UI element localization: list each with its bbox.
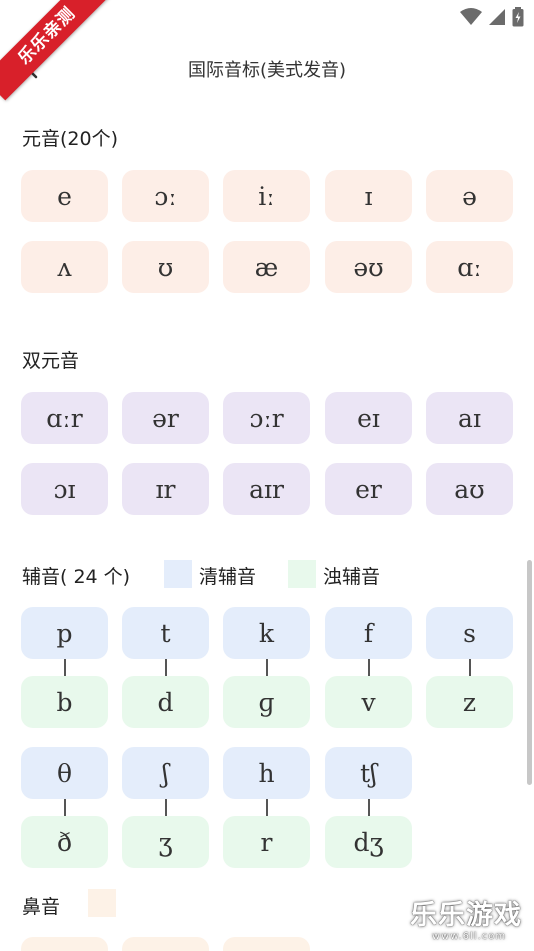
pair-connector <box>368 799 370 817</box>
voiced-consonant-chip[interactable]: r <box>223 816 310 868</box>
diphthongs-section-title: 双元音 <box>22 350 80 372</box>
pair-connector <box>469 659 471 677</box>
voiced-consonant-chip[interactable]: v <box>325 676 412 728</box>
voiced-consonant-chip[interactable]: dʒ <box>325 816 412 868</box>
vowel-chip[interactable]: ə <box>426 170 513 222</box>
vowel-chip[interactable]: əʊ <box>325 241 412 293</box>
consonants-section-title: 辅音( 24 个) <box>22 566 131 588</box>
pair-connector <box>165 799 167 817</box>
diphthong-chip[interactable]: ɑːr <box>21 392 108 444</box>
diphthong-chip[interactable]: ɔɪ <box>21 463 108 515</box>
legend-voiced-swatch <box>288 560 316 588</box>
nasal-chip[interactable] <box>21 937 108 951</box>
pair-connector <box>64 799 66 817</box>
voiced-consonant-chip[interactable]: z <box>426 676 513 728</box>
vowels-section-title: 元音(20个) <box>22 128 119 150</box>
diphthong-chip[interactable]: ɪr <box>122 463 209 515</box>
vowel-chip[interactable]: æ <box>223 241 310 293</box>
diphthong-chip[interactable]: ɔːr <box>223 392 310 444</box>
status-icons <box>460 7 524 27</box>
nasal-chip[interactable] <box>122 937 209 951</box>
vowel-chip[interactable]: ɪ <box>325 170 412 222</box>
vowel-chip[interactable]: iː <box>223 170 310 222</box>
watermark: 乐乐游戏 www.6ll.com <box>410 901 528 945</box>
vowel-chip[interactable]: ɑː <box>426 241 513 293</box>
voiced-consonant-chip[interactable]: d <box>122 676 209 728</box>
diphthong-chip[interactable]: aɪ <box>426 392 513 444</box>
legend-nasal-swatch <box>88 889 116 917</box>
voiceless-consonant-chip[interactable]: k <box>223 607 310 659</box>
nasals-section-title: 鼻音 <box>22 896 61 918</box>
voiceless-consonant-chip[interactable]: ʃ <box>122 747 209 799</box>
page-title: 国际音标(美式发音) <box>187 60 347 81</box>
diphthong-chip[interactable]: er <box>325 463 412 515</box>
pair-connector <box>368 659 370 677</box>
pair-connector <box>64 659 66 677</box>
voiced-consonant-chip[interactable]: ð <box>21 816 108 868</box>
vowel-chip[interactable]: ʌ <box>21 241 108 293</box>
vowel-chip[interactable]: ɔː <box>122 170 209 222</box>
voiceless-consonant-chip[interactable]: h <box>223 747 310 799</box>
diphthong-chip[interactable]: ər <box>122 392 209 444</box>
voiced-consonant-chip[interactable]: ʒ <box>122 816 209 868</box>
voiceless-consonant-chip[interactable]: tʃ <box>325 747 412 799</box>
voiceless-consonant-chip[interactable]: s <box>426 607 513 659</box>
vowel-chip[interactable]: ʊ <box>122 241 209 293</box>
diphthong-chip[interactable]: eɪ <box>325 392 412 444</box>
pair-connector <box>165 659 167 677</box>
diphthong-chip[interactable]: aʊ <box>426 463 513 515</box>
signal-icon <box>489 9 505 25</box>
pair-connector <box>266 659 268 677</box>
legend-voiceless-label: 清辅音 <box>199 566 257 588</box>
pair-connector <box>266 799 268 817</box>
vowel-chip[interactable]: e <box>21 170 108 222</box>
voiced-consonant-chip[interactable]: ɡ <box>223 676 310 728</box>
nasal-chip[interactable] <box>223 937 310 951</box>
diphthong-chip[interactable]: aɪr <box>223 463 310 515</box>
app-bar: 国际音标(美式发音) <box>0 34 534 102</box>
voiced-consonant-chip[interactable]: b <box>21 676 108 728</box>
legend-voiceless-swatch <box>164 560 192 588</box>
voiceless-consonant-chip[interactable]: f <box>325 607 412 659</box>
voiceless-consonant-chip[interactable]: t <box>122 607 209 659</box>
battery-icon <box>512 7 524 27</box>
legend-voiced-label: 浊辅音 <box>323 566 381 588</box>
voiceless-consonant-chip[interactable]: p <box>21 607 108 659</box>
watermark-brand: 乐乐游戏 <box>410 900 522 931</box>
scrollbar[interactable] <box>527 560 532 785</box>
voiceless-consonant-chip[interactable]: θ <box>21 747 108 799</box>
watermark-url: www.6ll.com <box>431 931 507 942</box>
wifi-icon <box>460 8 482 25</box>
